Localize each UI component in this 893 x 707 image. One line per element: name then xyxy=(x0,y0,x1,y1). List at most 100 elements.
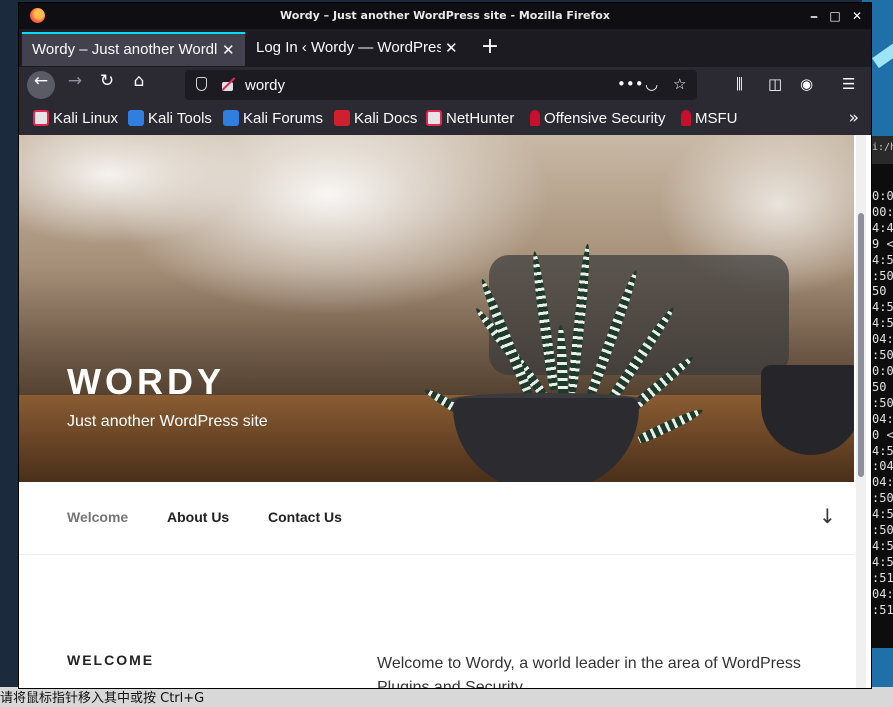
new-tab-plus-icon[interactable]: + xyxy=(478,36,502,60)
terminal-line: :04 xyxy=(872,459,893,474)
terminal-line: 4:5 xyxy=(872,300,893,315)
terminal-line: :50 xyxy=(872,523,893,538)
page-content: WORDY Just another WordPress site Welcom… xyxy=(19,135,871,688)
bookmark-kali-linux[interactable]: Kali Linux xyxy=(33,110,118,127)
tab-close-icon[interactable]: ✕ xyxy=(222,41,235,59)
terminal-line: 4:5 xyxy=(872,316,893,331)
nav-toolbar: ← → ↻ ⌂ ••• ◡ ☆ ⫼ ◫ ◉ ☰ xyxy=(19,67,871,103)
minimize-icon[interactable]: ⎯ xyxy=(805,7,823,25)
nav-contact-us[interactable]: Contact Us xyxy=(268,509,342,525)
reload-icon[interactable]: ↻ xyxy=(93,71,121,99)
terminal-line: 4:5 xyxy=(872,507,893,522)
terminal-line: :51 xyxy=(872,570,893,585)
nethunter-icon xyxy=(426,110,442,126)
terminal-line: 4:4 xyxy=(872,220,893,235)
bookmark-offensive-security[interactable]: Offensive Security xyxy=(530,110,665,127)
taskbar: 请将鼠标指针移入其中或按 Ctrl+G xyxy=(0,687,893,707)
nav-welcome[interactable]: Welcome xyxy=(67,509,128,525)
terminal-output: 0:0 00: 4:4 9 <4:5:50 50 4:5 4:5 04::50 0:0 50 :… xyxy=(870,189,893,618)
insecure-lock-icon[interactable] xyxy=(221,77,236,91)
terminal-line: 04: xyxy=(872,475,893,490)
bookmarks-overflow-icon[interactable]: » xyxy=(849,108,859,128)
terminal-line: 04: xyxy=(872,411,893,426)
bookmark-label: Kali Tools xyxy=(148,110,212,127)
bookmark-label: Kali Forums xyxy=(243,110,324,127)
terminal-line: 0:0 xyxy=(872,189,893,203)
nav-about-us[interactable]: About Us xyxy=(167,509,229,525)
kali-docs-icon xyxy=(334,110,350,126)
terminal-line: 00: xyxy=(872,204,893,219)
page-actions-icon[interactable]: ••• xyxy=(617,75,644,93)
terminal-line: :51 xyxy=(872,602,893,617)
terminal-line: 50 xyxy=(872,284,887,299)
bookmark-kali-forums[interactable]: Kali Forums xyxy=(223,110,323,127)
terminal-line: 50 xyxy=(872,379,887,394)
terminal-line: 4:5 xyxy=(872,538,893,553)
terminal-line: 9 < xyxy=(872,236,893,251)
terminal-line: 04: xyxy=(872,332,893,347)
terminal-line: 4:5 xyxy=(872,443,893,458)
header-image: WORDY Just another WordPress site xyxy=(19,135,854,482)
site-navigation: Welcome About Us Contact Us ↓ xyxy=(19,482,854,555)
page-intro-text: Welcome to Wordy, a world leader in the … xyxy=(377,655,801,688)
bookmark-label: Offensive Security xyxy=(544,110,666,127)
terminal-line: :50 xyxy=(872,395,893,410)
kali-icon xyxy=(33,110,49,126)
tab-label: Wordy – Just another Wordl xyxy=(32,41,217,58)
close-icon[interactable]: ✕ xyxy=(848,7,866,25)
terminal-window[interactable]: i:/h 0:000:4:49 <4:5:5050 4:54:504::500:… xyxy=(870,136,893,648)
bookmark-nethunter[interactable]: NetHunter xyxy=(426,110,514,127)
taskbar-hint: 请将鼠标指针移入其中或按 Ctrl+G xyxy=(0,691,205,706)
pocket-icon[interactable]: ◡ xyxy=(645,75,658,93)
bookmark-kali-tools[interactable]: Kali Tools xyxy=(128,110,212,127)
maximize-icon[interactable]: □ xyxy=(826,7,844,25)
forward-arrow-icon[interactable]: → xyxy=(61,71,89,99)
account-icon[interactable]: ◉ xyxy=(800,75,813,93)
bookmarks-toolbar: Kali Linux Kali Tools Kali Forums Kali D… xyxy=(19,103,871,135)
page-title: WELCOME xyxy=(67,652,155,668)
scrollbar-thumb[interactable] xyxy=(858,213,864,477)
terminal-line: 4:5 xyxy=(872,252,893,267)
bookmark-msfu[interactable]: MSFU xyxy=(681,110,738,127)
scroll-down-arrow-icon[interactable]: ↓ xyxy=(819,504,836,528)
title-bar: Wordy – Just another WordPress site - Mo… xyxy=(19,3,871,29)
sidebar-icon[interactable]: ◫ xyxy=(768,75,782,93)
kali-forums-icon xyxy=(223,110,239,126)
terminal-line: :50 xyxy=(872,268,893,283)
terminal-line: 04: xyxy=(872,586,893,601)
bookmark-label: Kali Linux xyxy=(53,110,119,127)
back-arrow-icon[interactable]: ← xyxy=(27,71,55,99)
bookmark-star-icon[interactable]: ☆ xyxy=(673,75,686,93)
terminal-line: :50 xyxy=(872,491,893,506)
address-bar[interactable]: ••• ◡ ☆ xyxy=(185,70,697,100)
tab-close-icon[interactable]: ✕ xyxy=(445,39,458,57)
home-icon[interactable]: ⌂ xyxy=(125,71,153,99)
browser-window: Wordy – Just another WordPress site - Mo… xyxy=(18,2,872,689)
terminal-line: :50 xyxy=(872,348,893,363)
terminal-title: i:/h xyxy=(870,136,893,164)
tab-wordy-home[interactable]: Wordy – Just another Wordl ✕ xyxy=(22,32,245,66)
site-title[interactable]: WORDY xyxy=(67,361,225,403)
tab-wordy-login[interactable]: Log In ‹ Wordy — WordPres ✕ xyxy=(246,32,468,66)
library-icon[interactable]: ⫼ xyxy=(736,75,743,93)
bookmark-kali-docs[interactable]: Kali Docs xyxy=(334,110,417,127)
desktop-wallpaper-stripe xyxy=(871,23,893,69)
tab-label: Log In ‹ Wordy — WordPres xyxy=(256,39,441,56)
terminal-line: 0 < xyxy=(872,427,893,442)
menu-hamburger-icon[interactable]: ☰ xyxy=(842,75,855,93)
bookmark-label: MSFU xyxy=(695,110,738,127)
offsec-icon xyxy=(530,110,540,126)
tab-strip: Wordy – Just another Wordl ✕ Log In ‹ Wo… xyxy=(19,29,871,67)
bookmark-label: Kali Docs xyxy=(354,110,418,127)
tracking-shield-icon[interactable] xyxy=(196,77,207,91)
kali-tools-icon xyxy=(128,110,144,126)
window-title: Wordy – Just another WordPress site - Mo… xyxy=(280,9,610,22)
terminal-line: 0:0 xyxy=(872,363,893,378)
page-scrollbar[interactable] xyxy=(856,135,866,688)
site-description: Just another WordPress site xyxy=(67,413,268,430)
bookmark-label: NetHunter xyxy=(446,110,515,127)
table-surface xyxy=(19,395,854,482)
url-input[interactable] xyxy=(245,75,605,95)
msfu-icon xyxy=(681,110,691,126)
terminal-line: 4:5 xyxy=(872,554,893,569)
